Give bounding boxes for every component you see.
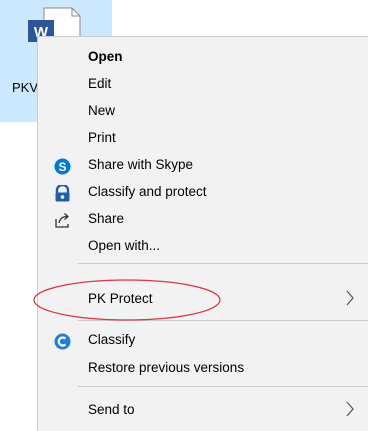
svg-text:S: S: [58, 160, 66, 174]
desktop: W PKV Open Edit New Print S Share with S…: [0, 0, 368, 431]
menu-item-label: Open with...: [88, 238, 161, 253]
menu-item-print[interactable]: Print: [38, 126, 368, 152]
classify-icon: [54, 333, 71, 350]
menu-item-label: Share: [88, 211, 125, 226]
chevron-right-icon: [346, 290, 354, 306]
menu-item-share[interactable]: Share: [38, 207, 368, 233]
menu-item-restore-previous-versions[interactable]: Restore previous versions: [38, 356, 368, 382]
chevron-right-icon: [346, 401, 354, 417]
menu-separator: [78, 320, 368, 321]
menu-item-send-to[interactable]: Send to: [38, 398, 368, 424]
azure-information-protection-icon: [55, 185, 70, 202]
menu-item-label: Classify and protect: [88, 184, 207, 199]
menu-item-label: Print: [88, 130, 116, 145]
menu-item-classify-and-protect[interactable]: Classify and protect: [38, 180, 368, 206]
menu-item-label: Share with Skype: [88, 157, 194, 172]
menu-item-label: Open: [88, 49, 123, 64]
menu-separator: [78, 263, 368, 264]
context-menu: Open Edit New Print S Share with Skype C…: [37, 36, 368, 431]
menu-item-pk-protect[interactable]: PK Protect: [38, 287, 368, 313]
share-icon: [55, 213, 69, 228]
menu-item-label: New: [88, 103, 116, 118]
menu-item-label: Classify: [88, 332, 136, 347]
file-name-label: PKV: [12, 80, 39, 95]
menu-item-label: Restore previous versions: [88, 360, 245, 375]
skype-icon: S: [54, 158, 71, 175]
menu-item-label: PK Protect: [88, 291, 153, 306]
menu-item-classify[interactable]: Classify: [38, 328, 368, 354]
menu-separator: [78, 386, 368, 387]
menu-item-edit[interactable]: Edit: [38, 72, 368, 98]
menu-item-share-with-skype[interactable]: S Share with Skype: [38, 153, 368, 179]
menu-item-open-with[interactable]: Open with...: [38, 234, 368, 260]
menu-item-new[interactable]: New: [38, 99, 368, 125]
menu-item-open[interactable]: Open: [38, 45, 368, 71]
menu-item-label: Send to: [88, 402, 135, 417]
menu-item-label: Edit: [88, 76, 112, 91]
